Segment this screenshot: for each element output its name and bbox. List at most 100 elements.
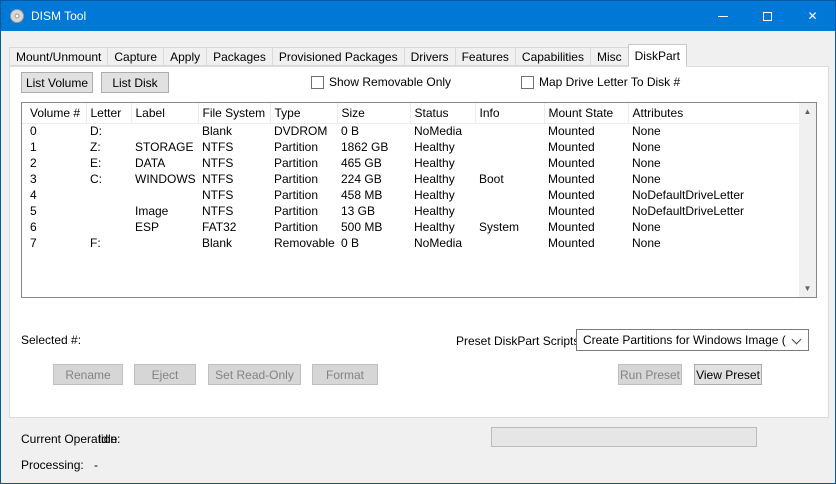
progress-bar bbox=[491, 427, 757, 447]
table-row[interactable]: 2 E: DATA NTFS Partition 465 GB Healthy Mounted… bbox=[22, 155, 801, 171]
table-cell: Image bbox=[135, 204, 169, 218]
column-header[interactable]: Info bbox=[475, 103, 545, 124]
table-cell: Blank bbox=[202, 124, 233, 139]
table-cell: Boot bbox=[479, 172, 504, 186]
preset-scripts-dropdown[interactable]: Create Partitions for Windows Image (GPT… bbox=[576, 329, 809, 351]
set-read-only-button[interactable]: Set Read-Only bbox=[208, 364, 301, 385]
column-header[interactable]: Label bbox=[131, 103, 199, 124]
table-cell: Healthy bbox=[414, 156, 455, 170]
column-header[interactable]: Status bbox=[410, 103, 476, 124]
table-cell bbox=[475, 235, 544, 251]
table-cell: WINDOWS bbox=[135, 172, 196, 186]
table-cell: 6 bbox=[30, 220, 37, 234]
table-cell: Mounted bbox=[548, 124, 595, 139]
tab-packages[interactable]: Packages bbox=[206, 47, 273, 66]
table-cell bbox=[475, 139, 544, 155]
table-cell: None bbox=[632, 140, 661, 154]
table-cell: NoDefaultDriveLetter bbox=[632, 204, 745, 218]
table-row[interactable]: 3 C: WINDOWS NTFS Partition 224 GB Healthy Boot… bbox=[22, 171, 801, 187]
table-row[interactable]: 4 NTFS Partition 458 MB Healthy Mounted NoDefa… bbox=[22, 187, 801, 203]
table-cell: NoMedia bbox=[414, 124, 463, 139]
table-cell: 465 GB bbox=[341, 156, 382, 170]
table-cell: Partition bbox=[274, 172, 319, 186]
table-cell bbox=[475, 187, 544, 203]
table-cell: C: bbox=[90, 172, 102, 186]
table-cell: Healthy bbox=[414, 220, 455, 234]
table-cell: Partition bbox=[274, 156, 319, 170]
list-disk-button[interactable]: List Disk bbox=[101, 72, 169, 93]
table-cell: 458 MB bbox=[341, 188, 383, 202]
table-cell: NoMedia bbox=[414, 236, 463, 250]
column-header[interactable]: Attributes bbox=[628, 103, 801, 124]
run-preset-button[interactable]: Run Preset bbox=[618, 364, 682, 385]
scroll-up-button[interactable]: ▲ bbox=[799, 103, 816, 120]
table-cell: NTFS bbox=[202, 140, 234, 154]
table-cell: Removable bbox=[274, 236, 335, 250]
table-row[interactable]: 5 Image NTFS Partition 13 GB Healthy Mounted No… bbox=[22, 203, 801, 219]
selected-number-label: Selected #: bbox=[21, 333, 82, 347]
table-cell bbox=[131, 187, 198, 203]
table-cell bbox=[86, 203, 131, 219]
tab-apply[interactable]: Apply bbox=[163, 47, 208, 66]
volumes-table-body: 0 D: Blank DVDROM 0 B NoMedia Mounted None 1 Z: ST… bbox=[22, 123, 801, 251]
map-drive-letter-label: Map Drive Letter To Disk # bbox=[539, 75, 681, 89]
maximize-button[interactable] bbox=[745, 1, 790, 31]
processing-value: - bbox=[94, 458, 98, 472]
tab-drivers[interactable]: Drivers bbox=[403, 47, 456, 66]
show-removable-only-checkbox[interactable]: Show Removable Only bbox=[311, 75, 451, 89]
minimize-button[interactable] bbox=[700, 1, 745, 31]
list-volume-button[interactable]: List Volume bbox=[21, 72, 93, 93]
scrollbar-track[interactable] bbox=[799, 120, 816, 280]
table-cell: Z: bbox=[90, 140, 101, 154]
rename-button[interactable]: Rename bbox=[53, 364, 123, 385]
current-operation-value: Idle bbox=[98, 432, 118, 446]
diskpart-tab-page: List Volume List Disk Show Removable Onl… bbox=[9, 66, 829, 418]
close-button[interactable]: ✕ bbox=[790, 1, 835, 31]
table-cell: STORAGE bbox=[135, 140, 194, 154]
table-cell: Mounted bbox=[548, 188, 595, 202]
vertical-scrollbar[interactable]: ▲ ▼ bbox=[799, 103, 816, 297]
tab-features[interactable]: Features bbox=[454, 47, 516, 66]
column-header[interactable]: Letter bbox=[86, 103, 132, 124]
tab-capabilities[interactable]: Capabilities bbox=[514, 47, 591, 66]
window-controls: ✕ bbox=[700, 1, 835, 31]
tab-mount-unmount[interactable]: Mount/Unmount bbox=[9, 47, 109, 66]
table-cell bbox=[475, 123, 544, 139]
tab-provisioned-packages[interactable]: Provisioned Packages bbox=[271, 47, 405, 66]
map-drive-letter-checkbox[interactable]: Map Drive Letter To Disk # bbox=[521, 75, 680, 89]
column-header[interactable]: Volume # bbox=[22, 103, 87, 124]
table-cell bbox=[86, 219, 131, 235]
table-cell: 1 bbox=[30, 140, 37, 154]
checkbox-unchecked-icon bbox=[311, 75, 324, 89]
tab-misc[interactable]: Misc bbox=[589, 47, 629, 66]
table-cell: 5 bbox=[30, 204, 37, 218]
table-cell: NoDefaultDriveLetter bbox=[632, 188, 745, 202]
table-cell: Healthy bbox=[414, 204, 455, 218]
preset-scripts-selected-value: Create Partitions for Windows Image (GPT… bbox=[583, 333, 786, 347]
column-header[interactable]: File System bbox=[198, 103, 271, 124]
chevron-down-icon bbox=[791, 334, 802, 345]
maximize-icon bbox=[763, 11, 772, 21]
volumes-table: Volume # Letter Label File System Type Size St… bbox=[21, 102, 817, 298]
show-removable-only-label: Show Removable Only bbox=[329, 75, 452, 89]
column-header[interactable]: Mount State bbox=[544, 103, 629, 124]
column-header[interactable]: Size bbox=[337, 103, 411, 124]
app-window: DISM Tool ✕ Mount/Unmount Capture Apply Pac… bbox=[0, 0, 836, 484]
eject-button[interactable]: Eject bbox=[134, 364, 196, 385]
title-bar: DISM Tool ✕ bbox=[1, 1, 835, 31]
format-button[interactable]: Format bbox=[312, 364, 378, 385]
tab-capture[interactable]: Capture bbox=[107, 47, 165, 66]
table-cell: NTFS bbox=[202, 204, 234, 218]
tab-diskpart[interactable]: DiskPart bbox=[627, 44, 687, 67]
view-preset-button[interactable]: View Preset bbox=[694, 364, 762, 385]
table-cell: 1862 GB bbox=[341, 140, 389, 154]
scroll-down-button[interactable]: ▼ bbox=[799, 280, 816, 297]
table-row[interactable]: 0 D: Blank DVDROM 0 B NoMedia Mounted None bbox=[22, 123, 801, 139]
column-header[interactable]: Type bbox=[270, 103, 338, 124]
table-cell bbox=[475, 155, 544, 171]
table-row[interactable]: 7 F: Blank Removable 0 B NoMedia Mounted None bbox=[22, 235, 801, 251]
tab-strip: Mount/Unmount Capture Apply Packages Provisi… bbox=[9, 43, 827, 67]
table-row[interactable]: 1 Z: STORAGE NTFS Partition 1862 GB Healthy Mou… bbox=[22, 139, 801, 155]
table-cell: Mounted bbox=[548, 140, 595, 154]
table-row[interactable]: 6 ESP FAT32 Partition 500 MB Healthy System Mou… bbox=[22, 219, 801, 235]
